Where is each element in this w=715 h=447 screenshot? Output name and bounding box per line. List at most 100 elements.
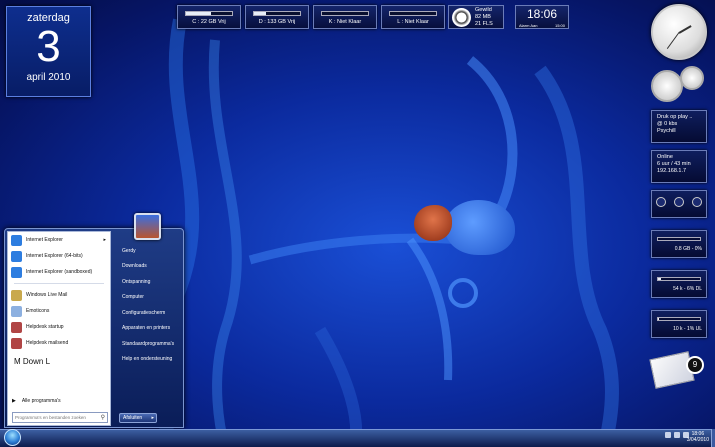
program-item[interactable]: Emoticons — [8, 303, 110, 319]
media-controls-gadget[interactable] — [651, 190, 707, 218]
download-meter-gadget[interactable]: 54 k - 6% DL — [651, 270, 707, 298]
calendar-gadget[interactable]: zaterdag 3 april 2010 — [6, 6, 91, 97]
network-line-2: 82 MB — [475, 14, 491, 20]
ie-icon — [11, 266, 22, 278]
search-placeholder: Programma's en bestanden zoeken — [15, 415, 86, 420]
shutdown-button[interactable]: Afsluiten ▸ — [119, 413, 157, 423]
start-menu-link[interactable]: Standaardprogramma's — [122, 341, 174, 347]
start-menu-link[interactable]: Configuratiescherm — [122, 310, 165, 316]
program-label: Internet Explorer — [26, 237, 63, 243]
upload-meter-gadget[interactable]: 10 k - 1% UL — [651, 310, 707, 338]
drive-meter-k[interactable]: K : Niet Klaar — [313, 5, 377, 29]
chameleon-body — [445, 200, 515, 255]
online-status-gadget[interactable]: Online 6 uur / 43 min 192.168.1.7 — [651, 150, 707, 183]
network-icon[interactable] — [674, 432, 680, 438]
network-gadget[interactable]: Gewild 82 MB 21 FLS — [448, 5, 504, 29]
chameleon-head — [414, 205, 452, 241]
drive-meter-l[interactable]: L : Niet Klaar — [381, 5, 445, 29]
start-menu-link[interactable]: Ontspanning — [122, 279, 150, 285]
analog-clock-gadget[interactable] — [651, 4, 707, 60]
user-picture[interactable] — [134, 213, 161, 240]
program-item[interactable]: Helpdesk mailsend — [8, 335, 110, 351]
media-line-1: Druk op play .. — [657, 114, 693, 120]
calendar-month: april 2010 — [26, 72, 71, 83]
drive-label: K : Niet Klaar — [328, 19, 362, 25]
start-menu-link[interactable]: Help en ondersteuning — [122, 356, 172, 362]
online-line-1: Online — [657, 154, 673, 160]
program-label: Internet Explorer (64-bits) — [26, 253, 83, 259]
submenu-arrow-icon[interactable]: ▸ — [103, 237, 106, 243]
chevron-right-icon[interactable]: ▸ — [151, 414, 154, 422]
settings-icon[interactable] — [674, 197, 684, 207]
clock-time: 18:06 — [526, 7, 558, 21]
media-player-gadget[interactable]: Druk op play .. @ 0 kbs Psychill — [651, 110, 707, 143]
system-tray — [665, 432, 689, 438]
drive-meter-c[interactable]: C : 22 GB Vrij — [177, 5, 241, 29]
program-item[interactable]: Internet Explorer (sandboxed) — [8, 264, 110, 280]
network-line-1: Gewild — [475, 7, 492, 13]
recent-title: M Down L — [14, 357, 51, 366]
network-line-3: 21 FLS — [475, 21, 493, 27]
flag-icon[interactable] — [665, 432, 671, 438]
helpdesk-icon — [11, 321, 22, 333]
record-icon[interactable] — [656, 197, 666, 207]
search-icon — [11, 305, 22, 317]
program-label: Emoticons — [26, 308, 50, 314]
ie-icon — [11, 250, 22, 262]
helpdesk-icon — [11, 337, 22, 349]
online-line-2: 6 uur / 43 min — [657, 161, 691, 167]
program-label: Internet Explorer (sandboxed) — [26, 269, 93, 275]
program-label: Helpdesk startup — [26, 324, 64, 330]
drive-label: L : Niet Klaar — [397, 19, 429, 25]
start-menu-link[interactable]: Computer — [122, 294, 144, 300]
mail-icon — [11, 289, 22, 301]
start-menu-link[interactable]: Gerdy — [122, 248, 136, 254]
calendar-day: 3 — [36, 22, 61, 71]
clock-alarm-time: 15:00 — [554, 23, 565, 28]
minute-hand — [666, 32, 680, 49]
drive-label: D : 133 GB Vrij — [258, 19, 296, 25]
taskbar-date: 3/04/2010 — [686, 437, 709, 443]
media-line-3: Psychill — [657, 128, 676, 134]
stop-icon[interactable] — [692, 197, 702, 207]
memory-meter-label: 0.8 GB - 0% — [674, 246, 702, 252]
cpu-gauge-gadget[interactable] — [651, 66, 707, 102]
chameleon-tail — [448, 278, 478, 308]
digital-clock-gadget[interactable]: 18:06 Alarm Aan 15:00 — [515, 5, 569, 29]
mail-count-badge: 9 — [686, 356, 704, 374]
start-button[interactable] — [4, 429, 21, 446]
drive-label: C : 22 GB Vrij — [192, 19, 226, 25]
soccer-ball-icon — [452, 8, 471, 27]
program-list: Internet Explorer ▸ Internet Explorer (64-… — [8, 232, 110, 351]
start-menu: Internet Explorer ▸ Internet Explorer (64-… — [4, 228, 184, 428]
program-item[interactable]: Windows Live Mail — [8, 287, 110, 303]
taskbar — [0, 429, 715, 447]
taskbar-clock[interactable]: 18:06 3/04/2010 — [687, 431, 709, 443]
separator — [14, 283, 104, 284]
show-desktop-button[interactable] — [711, 429, 715, 447]
program-item[interactable]: Helpdesk startup — [8, 319, 110, 335]
search-input[interactable]: Programma's en bestanden zoeken ⚲ — [12, 412, 108, 423]
meter-fill — [658, 278, 661, 280]
start-menu-link[interactable]: Apparaten en printers — [122, 325, 170, 331]
start-menu-link[interactable]: Downloads — [122, 263, 147, 269]
program-item[interactable]: Internet Explorer (64-bits) — [8, 248, 110, 264]
upload-meter-label: 10 k - 1% UL — [673, 326, 702, 332]
cpu-gauge-icon — [651, 70, 683, 102]
start-menu-programs-pane: Internet Explorer ▸ Internet Explorer (64-… — [7, 231, 111, 426]
download-meter-label: 54 k - 6% DL — [673, 286, 702, 292]
program-label: Helpdesk mailsend — [26, 340, 69, 346]
all-programs-button[interactable]: ▶ Alle programma's — [12, 398, 61, 404]
program-item[interactable]: Internet Explorer ▸ — [8, 232, 110, 248]
all-programs-label: Alle programma's — [21, 398, 61, 404]
drive-fill — [186, 12, 212, 15]
triangle-right-icon: ▶ — [12, 398, 16, 404]
memory-meter-gadget[interactable]: 0.8 GB - 0% — [651, 230, 707, 258]
shutdown-label: Afsluiten — [123, 415, 143, 421]
hour-hand — [678, 25, 692, 34]
drive-meter-d[interactable]: D : 133 GB Vrij — [245, 5, 309, 29]
ram-gauge-icon — [680, 66, 704, 90]
online-line-3: 192.168.1.7 — [657, 168, 687, 174]
clock-alarm: Alarm Aan — [519, 23, 538, 28]
ie-icon — [11, 234, 22, 246]
